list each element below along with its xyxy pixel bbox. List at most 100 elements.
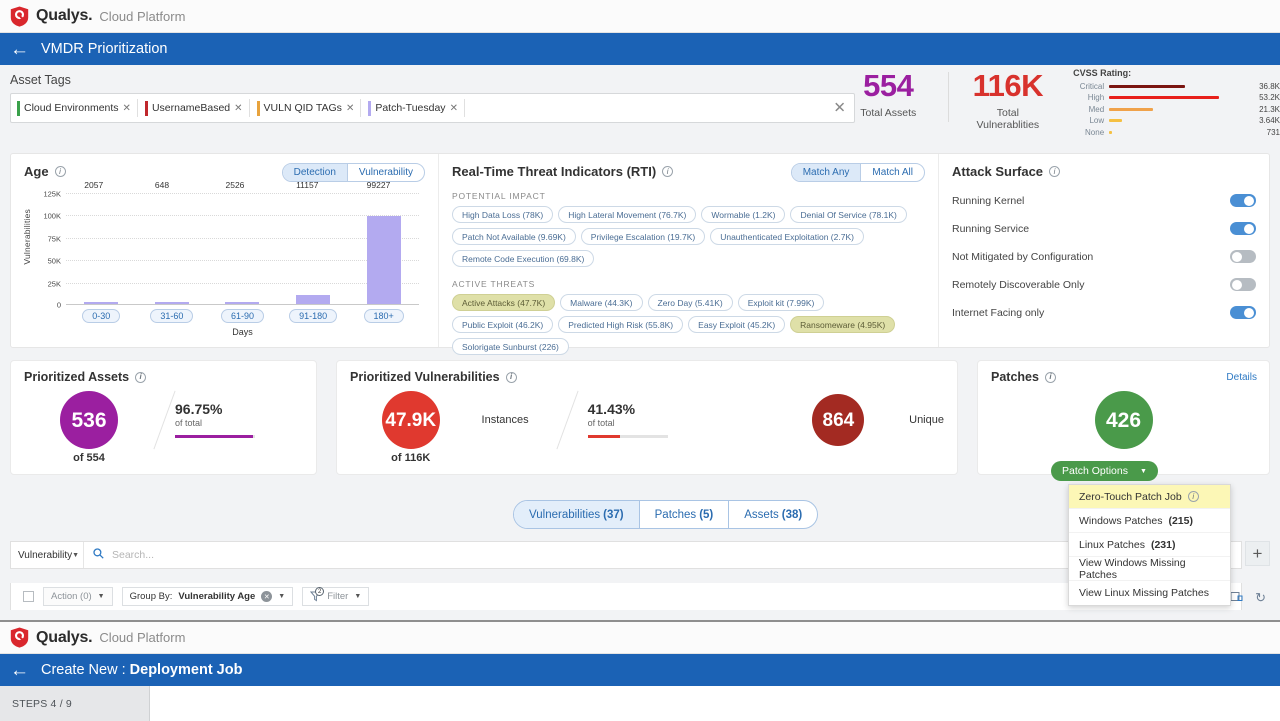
cvss-count: 36.8K <box>1219 82 1280 91</box>
y-axis-tick: 0 <box>57 301 61 310</box>
result-tabs[interactable]: Vulnerabilities(37)Patches(5)Assets(38) <box>513 500 818 529</box>
chart-bar-cell[interactable]: 648 <box>137 193 208 305</box>
x-axis-line <box>66 304 419 305</box>
rti-chip[interactable]: Denial Of Service (78.1K) <box>790 206 906 223</box>
rti-chip[interactable]: Easy Exploit (45.2K) <box>688 316 785 333</box>
rti-chip[interactable]: Remote Code Execution (69.8K) <box>452 250 594 267</box>
select-all-checkbox[interactable] <box>23 591 34 602</box>
patch-options-menu[interactable]: Zero-Touch Patch JobiWindows Patches(215… <box>1068 484 1231 606</box>
rti-chip[interactable]: Malware (44.3K) <box>560 294 642 311</box>
rti-chip[interactable]: Predicted High Risk (55.8K) <box>558 316 683 333</box>
group-by-control[interactable]: Group By: Vulnerability Age ✕ ▼ <box>122 587 294 606</box>
cvss-bar-track <box>1109 93 1219 103</box>
cvss-bar-track <box>1109 116 1219 126</box>
rti-match-toggle[interactable]: Match AnyMatch All <box>791 163 925 182</box>
asset-tag-chip[interactable]: UsernameBased✕ <box>145 99 250 117</box>
remove-tag-icon[interactable]: ✕ <box>234 103 242 114</box>
chart-plot-area: 025K50K75K100K125K 205764825261115799227 <box>66 193 419 305</box>
back-arrow-icon[interactable]: ← <box>10 40 29 59</box>
patch-menu-item[interactable]: View Windows Missing Patches <box>1069 557 1230 581</box>
age-toggle-option[interactable]: Detection <box>283 164 348 181</box>
rti-section: POTENTIAL IMPACTHigh Data Loss (78K)High… <box>452 191 925 267</box>
patch-menu-item[interactable]: Windows Patches(215) <box>1069 509 1230 533</box>
filter-control[interactable]: 2 Filter ▼ <box>302 587 369 606</box>
rti-chip[interactable]: Solorigate Sunburst (226) <box>452 338 569 355</box>
attack-surface-toggle[interactable] <box>1230 278 1256 291</box>
rti-chip[interactable]: Wormable (1.2K) <box>701 206 785 223</box>
attack-surface-toggle[interactable] <box>1230 194 1256 207</box>
clear-group-by-icon[interactable]: ✕ <box>261 591 272 602</box>
age-toggle-option[interactable]: Vulnerability <box>348 164 424 181</box>
asset-tag-chip[interactable]: Patch-Tuesday✕ <box>368 99 465 117</box>
y-axis-tick: 75K <box>48 234 61 243</box>
age-range-pill[interactable]: 91-180 <box>289 309 337 323</box>
result-tab[interactable]: Vulnerabilities(37) <box>514 501 640 528</box>
rti-chip[interactable]: High Lateral Movement (76.7K) <box>558 206 696 223</box>
rti-toggle-option[interactable]: Match All <box>861 164 924 181</box>
remove-tag-icon[interactable]: ✕ <box>450 103 458 114</box>
info-icon[interactable]: i <box>1188 491 1199 502</box>
info-icon[interactable]: i <box>135 372 146 383</box>
patch-menu-item[interactable]: Zero-Touch Patch Jobi <box>1069 485 1230 509</box>
chart-bar[interactable]: 99227 <box>367 216 401 305</box>
result-tab[interactable]: Patches(5) <box>640 501 730 528</box>
percent-label: of total <box>588 418 668 428</box>
export-icon[interactable] <box>1230 590 1243 606</box>
prioritized-vulnerabilities-body: 47.9K of 116K Instances 41.43% of total … <box>350 384 944 456</box>
action-dropdown[interactable]: Action (0) ▼ <box>43 587 113 606</box>
chart-bar-cell[interactable]: 2526 <box>207 193 278 305</box>
result-tab[interactable]: Assets(38) <box>729 501 817 528</box>
tab-count: (37) <box>603 509 623 521</box>
rti-chip[interactable]: Zero Day (5.41K) <box>648 294 733 311</box>
chevron-down-icon: ▼ <box>278 593 285 600</box>
rti-section-title: ACTIVE THREATS <box>452 279 925 289</box>
attack-surface-toggle[interactable] <box>1230 250 1256 263</box>
patch-options-button[interactable]: Patch Options ▼ <box>1051 461 1158 481</box>
asset-tag-chip[interactable]: Cloud Environments✕ <box>17 99 138 117</box>
chart-bar-cell[interactable]: 99227 <box>348 193 419 305</box>
rti-chip[interactable]: Public Exploit (46.2K) <box>452 316 553 333</box>
rti-chip[interactable]: Unauthenticated Exploitation (2.7K) <box>710 228 864 245</box>
rti-chip[interactable]: High Data Loss (78K) <box>452 206 553 223</box>
y-axis-tick: 25K <box>48 279 61 288</box>
add-widget-button[interactable]: + <box>1245 541 1270 566</box>
attack-surface-toggle[interactable] <box>1230 222 1256 235</box>
remove-tag-icon[interactable]: ✕ <box>123 103 131 114</box>
info-icon[interactable]: i <box>506 372 517 383</box>
rti-toggle-option[interactable]: Match Any <box>792 164 862 181</box>
chart-bar-cell[interactable]: 2057 <box>66 193 137 305</box>
patch-menu-item[interactable]: Linux Patches(231) <box>1069 533 1230 557</box>
rti-chip[interactable]: Active Attacks (47.7K) <box>452 294 555 311</box>
patch-menu-item[interactable]: View Linux Missing Patches <box>1069 581 1230 605</box>
chart-bar-cell[interactable]: 11157 <box>278 193 349 305</box>
info-icon[interactable]: i <box>1049 166 1060 177</box>
rti-chip[interactable]: Ransomeware (4.95K) <box>790 316 895 333</box>
rti-chip[interactable]: Exploit kit (7.99K) <box>738 294 825 311</box>
info-icon[interactable]: i <box>1045 372 1056 383</box>
cvss-count: 731 <box>1219 128 1280 137</box>
remove-tag-icon[interactable]: ✕ <box>346 103 354 114</box>
info-icon[interactable]: i <box>55 166 66 177</box>
age-range-pill[interactable]: 180+ <box>364 309 404 323</box>
x-axis-title: Days <box>66 327 419 337</box>
attack-surface-label: Running Service <box>952 223 1029 235</box>
age-range-pill[interactable]: 31-60 <box>150 309 193 323</box>
toggle-knob <box>1244 224 1254 234</box>
page-header-bar: ← VMDR Prioritization <box>0 33 1280 65</box>
asset-tags-input[interactable]: Cloud Environments✕ UsernameBased✕ VULN QI… <box>10 93 855 123</box>
back-arrow-icon[interactable]: ← <box>10 661 29 680</box>
search-type-select[interactable]: Vulnerability ▼ <box>11 542 84 568</box>
chart-bar-value: 99227 <box>367 180 391 190</box>
asset-tag-chip[interactable]: VULN QID TAGs✕ <box>257 99 362 117</box>
chart-bar-value: 648 <box>155 180 169 190</box>
refresh-icon[interactable]: ↻ <box>1255 590 1266 606</box>
rti-chip[interactable]: Privilege Escalation (19.7K) <box>581 228 705 245</box>
age-range-pill[interactable]: 61-90 <box>221 309 264 323</box>
info-icon[interactable]: i <box>662 166 673 177</box>
tag-color-indicator <box>17 101 20 116</box>
cvss-row: High53.2K <box>1073 93 1280 103</box>
age-range-pill[interactable]: 0-30 <box>82 309 120 323</box>
attack-surface-toggle[interactable] <box>1230 306 1256 319</box>
rti-chip[interactable]: Patch Not Available (9.69K) <box>452 228 576 245</box>
patches-details-link[interactable]: Details <box>1226 372 1257 383</box>
